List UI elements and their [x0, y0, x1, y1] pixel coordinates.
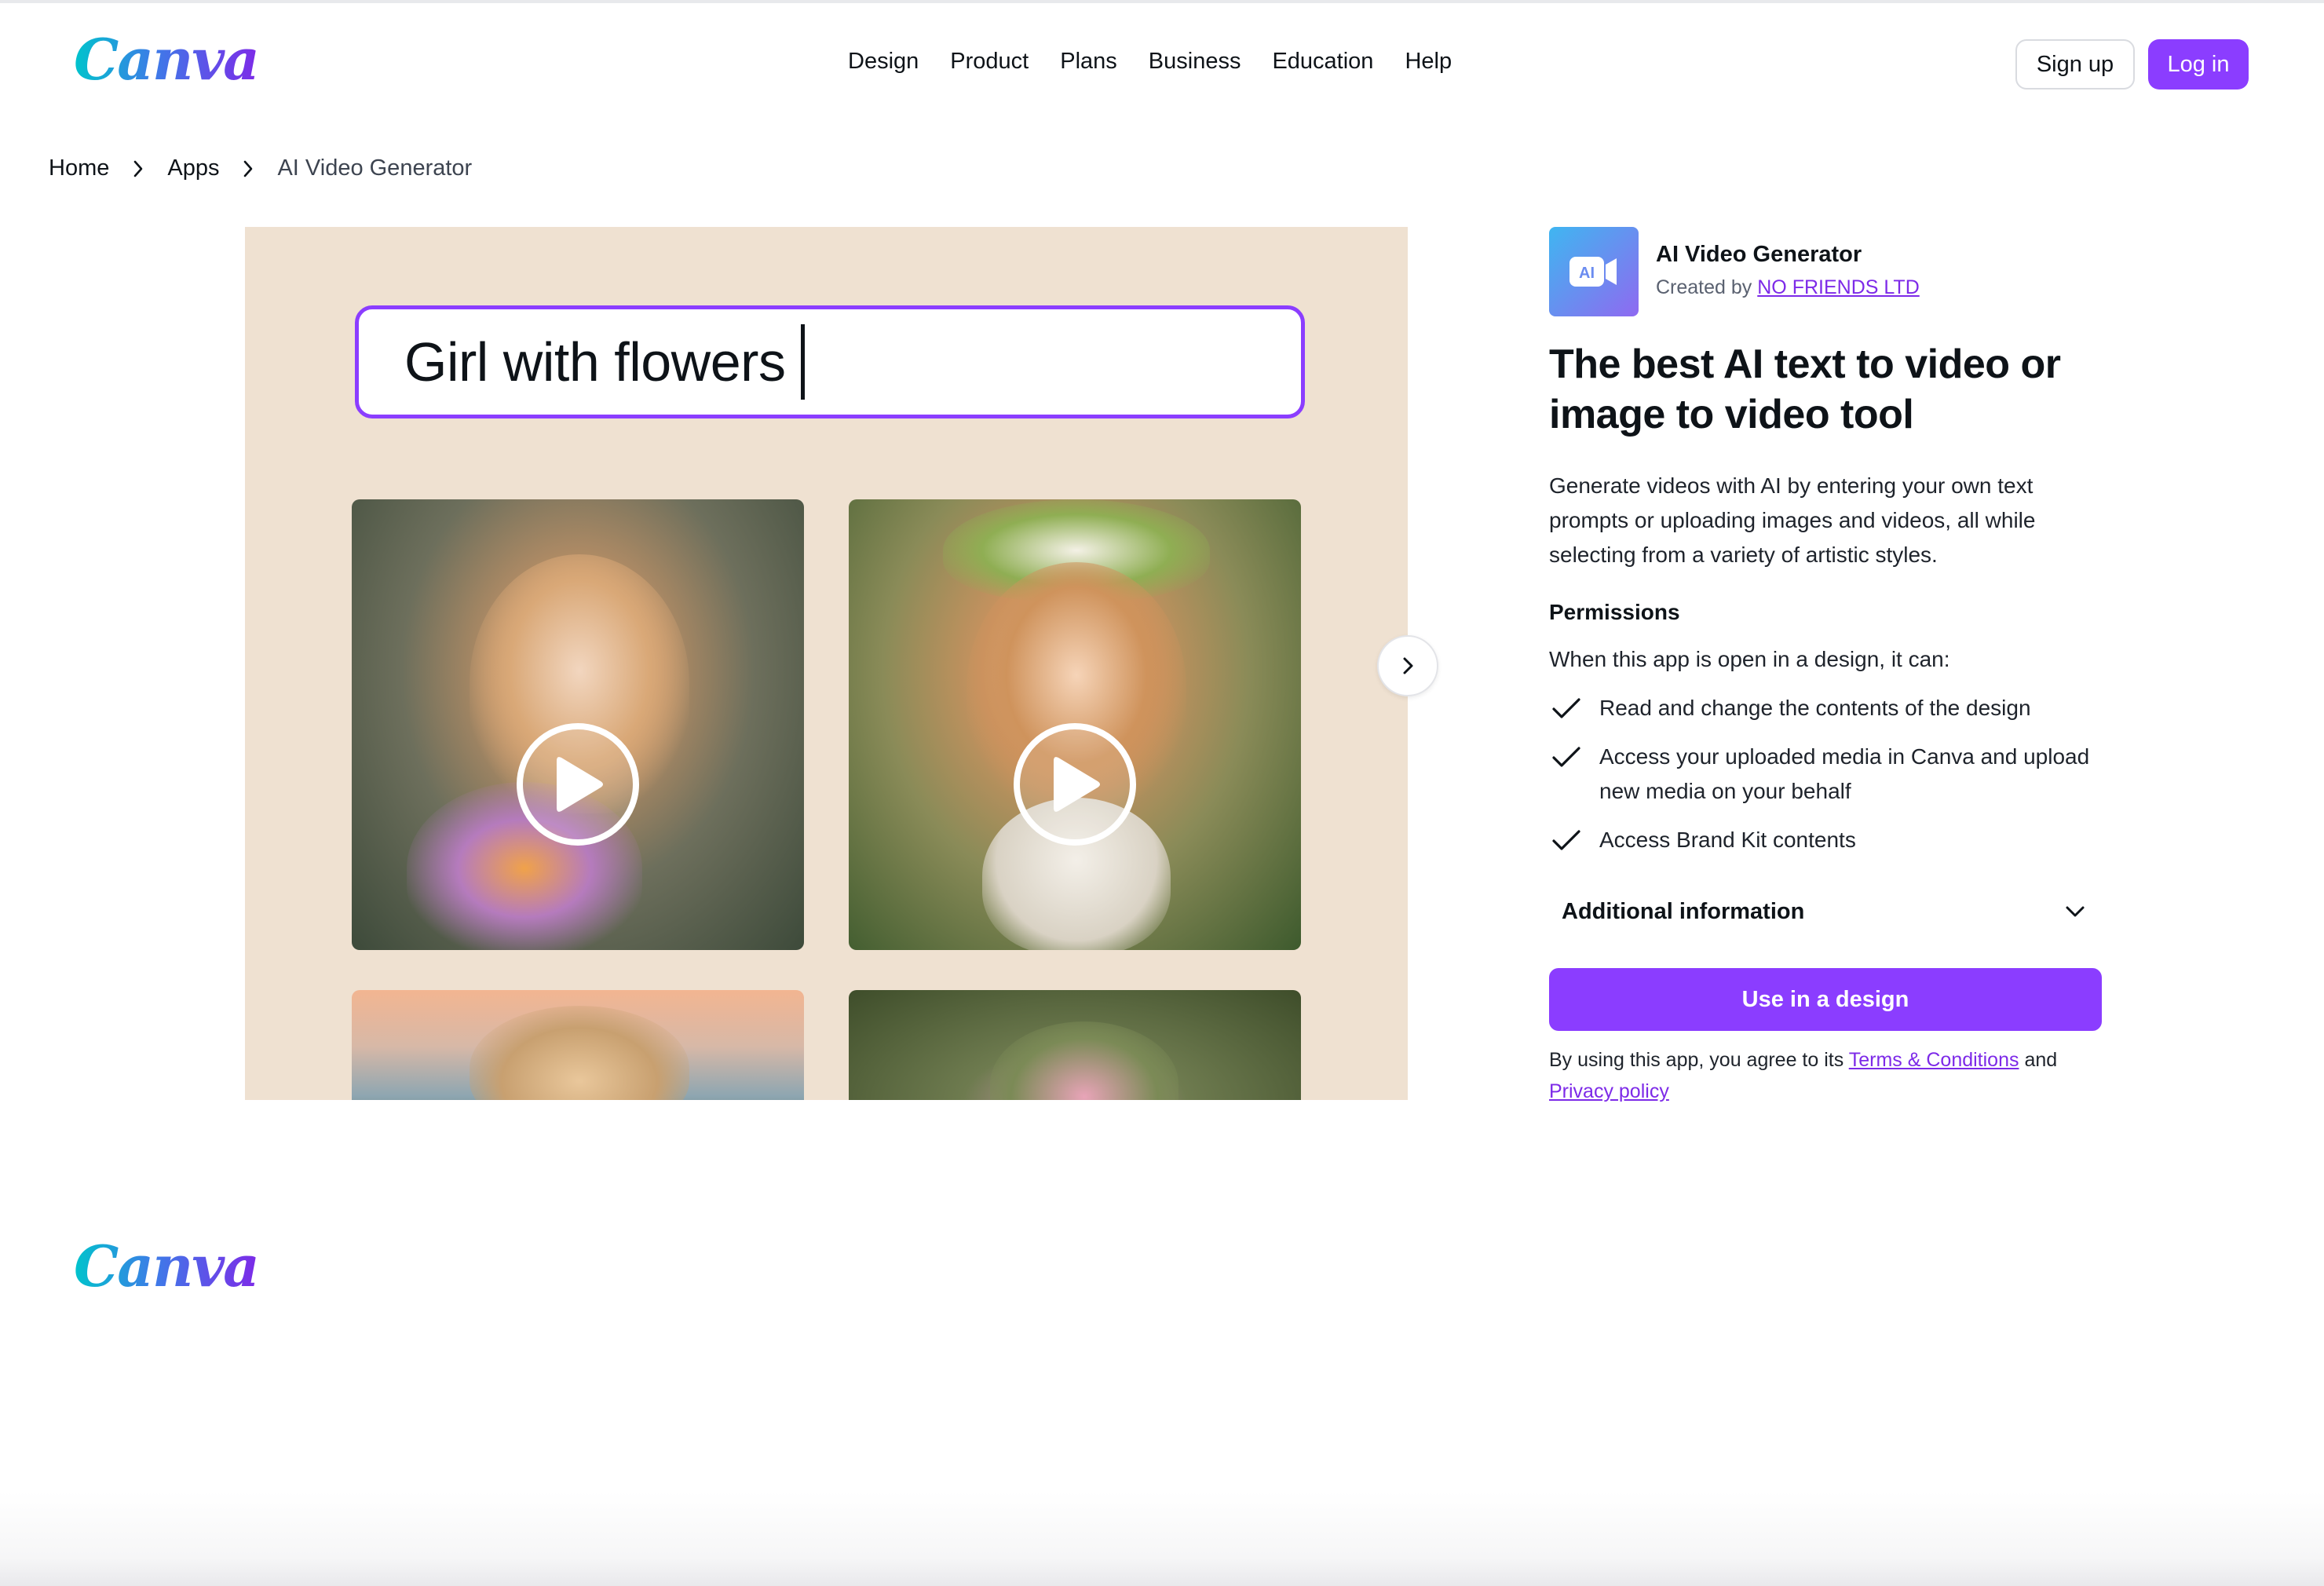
permissions-list: Read and change the contents of the desi… [1549, 691, 2114, 872]
prompt-text: Girl with flowers [404, 331, 786, 393]
page-title: The best AI text to video or image to vi… [1549, 342, 2061, 437]
permission-text: Read and change the contents of the desi… [1599, 696, 2031, 720]
chevron-right-icon [1403, 657, 1413, 674]
chevron-right-icon [130, 160, 147, 177]
app-description: Generate videos with AI by entering your… [1549, 473, 2036, 567]
play-icon[interactable] [1014, 723, 1136, 846]
use-in-design-button[interactable]: Use in a design [1549, 968, 2102, 1031]
app-name: AI Video Generator [1656, 242, 1862, 267]
footer-fade [0, 1492, 2324, 1586]
footer-canva-logo[interactable]: Canva [74, 1238, 260, 1295]
chevron-right-icon [239, 160, 257, 177]
checkmark-icon [1549, 823, 1584, 857]
privacy-policy-link[interactable]: Privacy policy [1549, 1080, 1669, 1102]
terms-notice: By using this app, you agree to its Term… [1549, 1044, 2114, 1107]
flower-bouquet [990, 1021, 1178, 1100]
terms-link[interactable]: Terms & Conditions [1849, 1049, 2019, 1071]
creator-link[interactable]: NO FRIENDS LTD [1757, 276, 1920, 298]
app-icon-label: AI [1579, 265, 1595, 282]
terms-prefix: By using this app, you agree to its [1549, 1049, 1844, 1071]
breadcrumb-current: AI Video Generator [277, 155, 473, 181]
permissions-intro: When this app is open in a design, it ca… [1549, 647, 1950, 671]
permission-item: Access your uploaded media in Canva and … [1549, 740, 2114, 809]
video-thumbnail[interactable] [849, 499, 1301, 950]
permission-item: Read and change the contents of the desi… [1549, 691, 2114, 725]
permission-text: Access your uploaded media in Canva and … [1599, 744, 2090, 803]
page: Canva Design Product Plans Business Educ… [0, 0, 2324, 1586]
play-icon[interactable] [517, 723, 639, 846]
sun-hat [470, 1006, 689, 1100]
ai-video-icon: AI [1569, 257, 1617, 287]
terms-and: and [2024, 1049, 2058, 1071]
nav-help[interactable]: Help [1405, 49, 1452, 75]
breadcrumb: Home Apps AI Video Generator [49, 155, 472, 181]
video-thumbnail[interactable] [352, 499, 804, 950]
chevron-down-icon [2066, 906, 2085, 917]
app-icon: AI [1549, 227, 1639, 316]
created-by-prefix: Created by [1656, 276, 1752, 298]
breadcrumb-apps[interactable]: Apps [167, 155, 219, 181]
checkmark-icon [1549, 740, 1584, 774]
prompt-preview: Girl with flowers [355, 305, 1305, 418]
additional-information-toggle[interactable]: Additional information [1549, 888, 2102, 935]
created-by: Created by NO FRIENDS LTD [1656, 276, 1920, 299]
video-thumbnail[interactable] [352, 990, 804, 1100]
permission-item: Access Brand Kit contents [1549, 823, 2114, 857]
login-button[interactable]: Log in [2148, 39, 2249, 90]
breadcrumb-home[interactable]: Home [49, 155, 109, 181]
top-divider [0, 0, 2324, 3]
checkmark-icon [1549, 691, 1584, 725]
carousel-next-button[interactable] [1377, 635, 1438, 696]
main-nav: Design Product Plans Business Education … [848, 49, 1452, 75]
nav-education[interactable]: Education [1272, 49, 1373, 75]
signup-button[interactable]: Sign up [2015, 39, 2135, 90]
video-thumbnail[interactable] [849, 990, 1301, 1100]
nav-business[interactable]: Business [1149, 49, 1241, 75]
additional-information-label: Additional information [1562, 898, 1805, 924]
nav-design[interactable]: Design [848, 49, 919, 75]
permissions-heading: Permissions [1549, 600, 1680, 624]
nav-product[interactable]: Product [950, 49, 1029, 75]
app-preview-carousel: Girl with flowers [245, 227, 1408, 1100]
text-caret [801, 324, 806, 400]
nav-plans[interactable]: Plans [1060, 49, 1117, 75]
canva-logo[interactable]: Canva [74, 31, 260, 88]
permission-text: Access Brand Kit contents [1599, 828, 1856, 852]
